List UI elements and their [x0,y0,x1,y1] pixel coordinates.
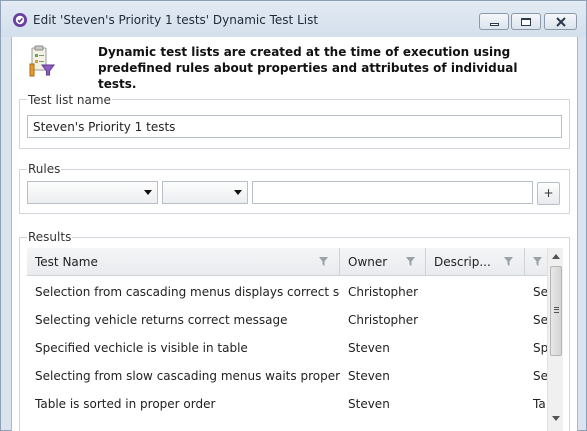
cell-extra: Sp [533,341,547,355]
rules-label: Rules [27,162,62,176]
cell-extra: Ta [533,397,546,411]
scroll-down-icon[interactable] [552,416,560,421]
table-row[interactable]: Table is sorted in proper order Steven T… [27,390,547,418]
filter-funnel-icon[interactable] [319,257,328,266]
filter-funnel-icon[interactable] [533,257,542,266]
rule-criteria-input[interactable] [252,181,533,204]
column-header-test-name[interactable]: Test Name [27,248,340,276]
dialog-description: Dynamic test lists are created at the ti… [98,45,518,91]
column-header-more[interactable] [525,248,547,276]
table-row[interactable]: Selection from cascading menus displays … [27,278,547,306]
cell-description [426,390,525,418]
grip-icon [554,307,559,313]
cell-extra: Se [533,369,547,383]
table-row[interactable]: Selecting vehicle returns correct messag… [27,306,547,334]
window-title: Edit 'Steven's Priority 1 tests' Dynamic… [33,13,319,27]
test-list-name-label: Test list name [27,93,112,107]
cell-test-name: Selecting vehicle returns correct messag… [35,313,288,327]
chevron-down-icon [144,190,152,195]
cell-test-name: Specified vechicle is visible in table [35,341,248,355]
cell-owner: Steven [348,369,390,383]
minimize-icon [489,23,499,26]
column-header-description[interactable]: Descrip... [426,248,525,276]
scroll-up-icon[interactable] [552,254,560,259]
column-header-label: Test Name [35,255,98,269]
scrollbar-thumb[interactable] [550,266,562,356]
table-row[interactable]: Selecting from slow cascading menus wait… [27,362,547,390]
results-label: Results [27,230,73,244]
cell-extra: Se [533,285,547,299]
cell-owner: Steven [348,341,390,355]
dynamic-list-icon [29,45,55,77]
results-grid-header: Test Name Owner Descrip... [27,248,547,276]
table-row[interactable]: Specified vechicle is visible in table S… [27,334,547,362]
title-bar[interactable]: Edit 'Steven's Priority 1 tests' Dynamic… [1,1,586,37]
vertical-scrollbar[interactable] [547,248,563,431]
close-button[interactable] [544,13,577,30]
cell-description [426,278,525,306]
minimize-button[interactable] [479,13,509,30]
cell-description [426,334,525,362]
filter-funnel-icon[interactable] [406,257,415,266]
column-header-owner[interactable]: Owner [340,248,426,276]
column-header-label: Owner [348,255,388,269]
cell-owner: Christopher [348,285,419,299]
cell-description [426,362,525,390]
cell-test-name: Selecting from slow cascading menus wait… [35,369,340,383]
close-icon [555,16,566,27]
dialog-content: Dynamic test lists are created at the ti… [11,37,578,431]
maximize-icon [521,17,531,26]
add-rule-button[interactable]: + [537,182,560,205]
column-header-label: Descrip... [434,255,491,269]
test-list-name-input[interactable]: Steven's Priority 1 tests [27,115,562,138]
cell-extra: Se [533,313,547,327]
results-grid: Test Name Owner Descrip... Selection fro… [27,248,563,431]
filter-funnel-icon[interactable] [504,257,513,266]
rule-operator-dropdown[interactable] [162,181,248,204]
dialog-window: Edit 'Steven's Priority 1 tests' Dynamic… [0,0,587,431]
chevron-down-icon [234,190,242,195]
cell-test-name: Table is sorted in proper order [35,397,216,411]
maximize-button[interactable] [511,13,541,30]
cell-owner: Christopher [348,313,419,327]
rule-field-dropdown[interactable] [27,181,158,204]
cell-description [426,306,525,334]
cell-test-name: Selection from cascading menus displays … [35,285,340,299]
gear-badge-icon [13,13,27,27]
cell-owner: Steven [348,397,390,411]
